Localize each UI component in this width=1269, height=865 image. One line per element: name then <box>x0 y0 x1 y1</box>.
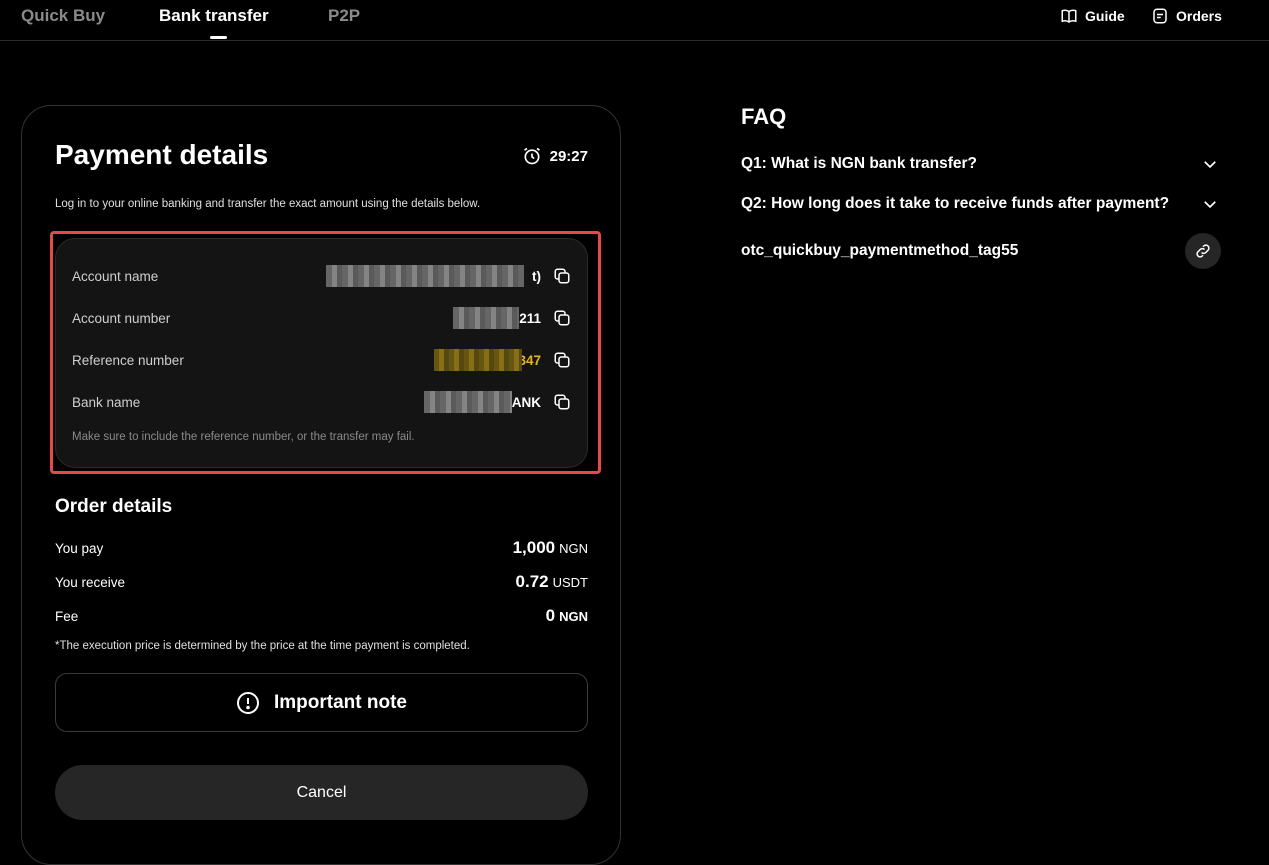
bank-name-row: Bank name ANK <box>72 390 571 414</box>
guide-link[interactable]: Guide <box>1060 7 1125 25</box>
order-row-label: You pay <box>55 541 104 556</box>
bank-name-value: ANK <box>423 390 541 413</box>
redaction <box>434 348 523 371</box>
order-row-pay: You pay 1,000 NGN <box>55 538 588 558</box>
account-number-row: Account number 211 <box>72 306 571 330</box>
faq-question: Q1: What is NGN bank transfer? <box>741 155 977 172</box>
order-row-currency: NGN <box>559 541 588 556</box>
payment-method-tag: otc_quickbuy_paymentmethod_tag55 <box>741 242 1019 259</box>
payment-title: Payment details <box>55 139 269 170</box>
timer-value: 29:27 <box>549 147 588 165</box>
order-row-amount: 0 <box>545 606 556 625</box>
reference-number-row: Reference number 347 <box>72 348 571 372</box>
order-row-fee: Fee 0 NGN <box>55 606 588 626</box>
copy-icon <box>554 352 570 368</box>
copy-icon <box>554 268 570 284</box>
order-row-currency: USDT <box>552 575 588 590</box>
execution-price-note: *The execution price is determined by th… <box>55 640 470 652</box>
copy-icon <box>554 310 570 326</box>
reference-number-value: 347 <box>434 348 541 371</box>
order-row-amount: 0.72 <box>515 572 549 591</box>
top-nav: Quick Buy Bank transfer P2P Guide Orders <box>0 0 1269 41</box>
order-row-amount: 1,000 <box>512 538 556 557</box>
important-note-label: Important note <box>274 691 407 713</box>
order-row-receive: You receive 0.72 USDT <box>55 572 588 592</box>
copy-bank-name-button[interactable] <box>553 393 571 411</box>
guide-label: Guide <box>1085 8 1125 24</box>
orders-label: Orders <box>1176 8 1222 24</box>
active-tab-indicator <box>210 36 227 39</box>
link-icon <box>1196 244 1210 258</box>
redaction <box>326 264 524 287</box>
order-row-label: Fee <box>55 609 79 624</box>
bank-details-box: Account name t) Account number 211 Refer… <box>55 238 588 468</box>
payment-method-tag-row: otc_quickbuy_paymentmethod_tag55 <box>741 233 1221 269</box>
order-details-title: Order details <box>55 496 173 517</box>
cancel-button[interactable]: Cancel <box>55 765 588 820</box>
copy-account-name-button[interactable] <box>553 267 571 285</box>
payment-instructions: Log in to your online banking and transf… <box>55 198 481 210</box>
account-name-value: t) <box>326 264 541 287</box>
redaction <box>453 306 520 329</box>
bank-name-label: Bank name <box>72 394 141 410</box>
copy-account-number-button[interactable] <box>553 309 571 327</box>
link-button[interactable] <box>1185 233 1221 269</box>
tab-p2p[interactable]: P2P <box>328 6 360 26</box>
account-number-label: Account number <box>72 310 171 326</box>
book-icon <box>1061 9 1077 23</box>
order-row-label: You receive <box>55 575 126 590</box>
account-number-value: 211 <box>453 306 541 329</box>
alarm-clock-icon <box>523 147 540 165</box>
copy-icon <box>554 394 570 410</box>
chevron-down-icon <box>1204 161 1216 169</box>
payment-card: Payment details 29:27 Log in to your onl… <box>21 105 621 865</box>
redaction <box>423 390 512 413</box>
info-circle-icon <box>237 691 259 714</box>
important-note-button[interactable]: Important note <box>55 673 588 732</box>
tab-bank-transfer[interactable]: Bank transfer <box>159 6 269 26</box>
orders-link[interactable]: Orders <box>1151 7 1222 25</box>
copy-reference-number-button[interactable] <box>553 351 571 369</box>
account-name-row: Account name t) <box>72 264 571 288</box>
tab-quick-buy[interactable]: Quick Buy <box>21 6 105 26</box>
faq-item-q2[interactable]: Q2: How long does it take to receive fun… <box>741 195 1219 213</box>
document-icon <box>1153 8 1167 24</box>
reference-number-label: Reference number <box>72 352 184 368</box>
countdown-timer: 29:27 <box>522 146 588 166</box>
order-row-currency: NGN <box>559 609 588 624</box>
chevron-down-icon <box>1204 201 1216 209</box>
account-name-label: Account name <box>72 268 159 284</box>
faq-item-q1[interactable]: Q1: What is NGN bank transfer? <box>741 155 1219 173</box>
reference-warning: Make sure to include the reference numbe… <box>72 431 415 443</box>
faq-title: FAQ <box>741 104 787 129</box>
faq-question: Q2: How long does it take to receive fun… <box>741 195 1170 212</box>
